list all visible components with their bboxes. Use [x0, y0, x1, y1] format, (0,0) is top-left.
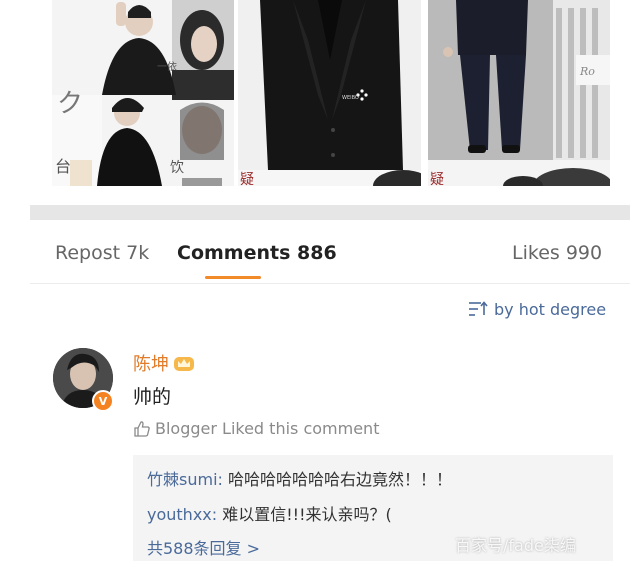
- photo-1-small-text: 一依: [157, 60, 177, 73]
- photo-1-right-text: 饮: [170, 160, 184, 176]
- reply-item[interactable]: youthxx: 难以置信!!!来认亲吗？(: [147, 501, 392, 525]
- tab-comments[interactable]: Comments 886: [177, 242, 337, 264]
- comment-text: 帅的: [133, 386, 172, 408]
- reply-user[interactable]: 竹棘sumi: [147, 470, 218, 489]
- post-tabs: Repost 7k Comments 886 Likes 990: [0, 232, 644, 282]
- reply-text: 哈哈哈哈哈哈哈右边竟然！！！: [228, 470, 453, 489]
- sort-button[interactable]: by hot degree: [468, 298, 606, 320]
- photo-2-bottom-text: 疑: [240, 172, 254, 186]
- watermark: 百家号/fade柒编: [455, 536, 576, 555]
- section-divider: [30, 205, 630, 220]
- verified-badge-icon: V: [92, 390, 114, 412]
- more-replies-link[interactable]: 共588条回复 >: [147, 535, 260, 559]
- reply-item[interactable]: 竹棘sumi: 哈哈哈哈哈哈哈右边竟然！！！: [147, 466, 452, 490]
- reply-user[interactable]: youthxx: [147, 505, 212, 524]
- thumbs-up-icon: [134, 420, 150, 437]
- photo-3-logo: Ro: [579, 65, 595, 78]
- tab-repost[interactable]: Repost 7k: [55, 242, 149, 264]
- blogger-liked-note: Blogger Liked this comment: [133, 419, 379, 438]
- photo-3[interactable]: Ro 疑: [428, 0, 610, 186]
- weibo-post-view: ク 一依 台 饮 WEIBO 疑 Ro 疑 Repost 7k Comments…: [0, 0, 644, 567]
- crown-icon: [174, 357, 194, 371]
- tab-likes[interactable]: Likes 990: [512, 242, 602, 264]
- blogger-liked-text: Blogger Liked this comment: [155, 419, 380, 438]
- reply-separator: :: [211, 505, 223, 524]
- comment-username[interactable]: 陈坤: [133, 350, 195, 376]
- photo-1-left-text: 台: [55, 157, 71, 176]
- photo-1[interactable]: ク 一依 台 饮: [52, 0, 234, 186]
- tabs-divider: [30, 283, 630, 284]
- comment-username-text: 陈坤: [133, 354, 169, 375]
- sort-label: by hot degree: [494, 299, 607, 319]
- sort-icon: [469, 301, 488, 316]
- photo-2[interactable]: WEIBO 疑: [238, 0, 421, 186]
- reply-text: 难以置信!!!来认亲吗？(: [222, 505, 392, 524]
- photo-2-stamp: WEIBO: [342, 95, 359, 101]
- svg-text:ク: ク: [57, 89, 83, 119]
- active-tab-indicator: [205, 276, 261, 279]
- reply-separator: :: [217, 470, 228, 489]
- photo-grid: ク 一依 台 饮 WEIBO 疑 Ro 疑: [0, 0, 644, 190]
- photo-3-bottom-text: 疑: [430, 172, 444, 186]
